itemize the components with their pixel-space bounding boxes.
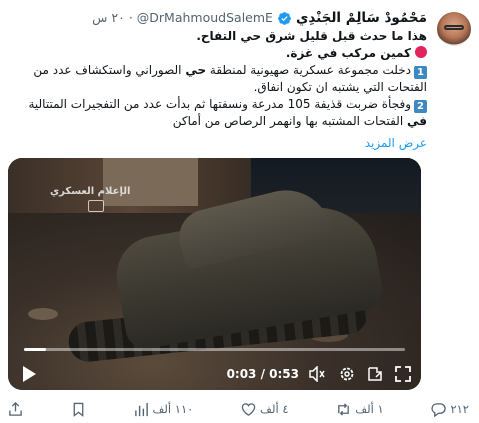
tweet-header: مَحْمُودْ سَالِمْ الجَنْدِي @DrMahmoudSa… xyxy=(8,8,427,28)
tweet-actions: ١١٠ ألف ٤ ألف ١ ألف ٢١٢ xyxy=(8,400,469,418)
reply-icon xyxy=(431,402,447,417)
likes-count: ٤ ألف xyxy=(260,402,289,416)
video-player[interactable]: الإعلام العسكري 0:03 / 0:53 xyxy=(8,158,421,390)
watermark-emblem-icon xyxy=(88,200,104,212)
post-line-3a: دخلت مجموعة عسكرية صهيونية لمنطقة xyxy=(206,63,411,77)
post-line-5-text: وفجأة ضربت قذيفة 105 مدرعة ونسفتها ثم بد… xyxy=(28,97,411,111)
video-controls: 0:03 / 0:53 xyxy=(8,356,421,390)
post-line-6b: الفتحات المشتبه بها وانهمر الرصاص من أما… xyxy=(172,114,407,128)
post-line-2: كمين مركب في غزة. xyxy=(8,45,427,62)
post-line-3b: حي xyxy=(185,63,207,77)
share-button[interactable] xyxy=(8,401,23,417)
fullscreen-icon[interactable] xyxy=(395,366,411,382)
volume-icon[interactable] xyxy=(309,366,325,382)
tweet-content: مَحْمُودْ سَالِمْ الجَنْدِي @DrMahmoudSa… xyxy=(8,8,427,151)
show-more-link[interactable]: عرض المزيد xyxy=(8,135,427,151)
video-time-readout: 0:03 / 0:53 xyxy=(226,367,299,381)
avatar-glasses xyxy=(444,25,464,30)
like-button[interactable]: ٤ ألف xyxy=(241,402,289,417)
separator-dot: · xyxy=(128,10,133,25)
verified-badge-icon xyxy=(278,11,291,25)
post-time[interactable]: ٢٠ س xyxy=(92,9,125,27)
keycap-two-icon: 2 xyxy=(414,100,427,113)
post-line-6a: في xyxy=(407,114,427,128)
settings-icon[interactable] xyxy=(339,366,355,382)
keycap-one-icon: 1 xyxy=(414,66,427,79)
red-circle-icon xyxy=(415,46,427,58)
reply-button[interactable]: ٢١٢ xyxy=(431,402,469,417)
post-line-6: في الفتحات المشتبه بها وانهمر الرصاص من … xyxy=(8,113,427,130)
play-icon[interactable] xyxy=(22,366,36,382)
tweet[interactable]: مَحْمُودْ سَالِمْ الجَنْدِي @DrMahmoudSa… xyxy=(0,0,479,423)
retweet-button[interactable]: ١ ألف xyxy=(336,402,384,417)
post-line-3: 1دخلت مجموعة عسكرية صهيونية لمنطقة حي ال… xyxy=(8,62,427,79)
picture-in-picture-icon[interactable] xyxy=(367,366,383,382)
user-handle[interactable]: @DrMahmoudSalemE xyxy=(137,9,273,27)
views-button[interactable]: ١١٠ ألف xyxy=(134,402,194,417)
post-line-2-text: كمين مركب في غزة. xyxy=(285,46,411,60)
share-icon xyxy=(9,401,22,416)
retweet-icon xyxy=(338,402,350,416)
video-frame-rubble xyxy=(28,308,58,320)
views-icon xyxy=(134,402,148,416)
like-icon xyxy=(241,402,256,416)
bookmark-button[interactable] xyxy=(71,402,86,417)
post-line-4: الفتحات التي يشتبه ان تكون انفاق. xyxy=(253,80,427,94)
post-line-3c: الصوراني واستكشاف عدد من xyxy=(33,63,186,77)
video-progress-bar[interactable] xyxy=(24,348,405,351)
avatar[interactable] xyxy=(437,12,471,46)
bookmark-icon xyxy=(73,402,84,417)
replies-count: ٢١٢ xyxy=(450,402,469,416)
post-line-1: هذا ما حدث قبل قليل شرق حي التفاح. xyxy=(196,29,427,43)
video-frame-building xyxy=(103,158,198,206)
post-line-5: 2وفجأة ضربت قذيفة 105 مدرعة ونسفتها ثم ب… xyxy=(8,96,427,113)
video-progress-fill xyxy=(24,348,46,351)
views-count: ١١٠ ألف xyxy=(152,402,194,416)
retweets-count: ١ ألف xyxy=(355,402,384,416)
display-name[interactable]: مَحْمُودْ سَالِمْ الجَنْدِي xyxy=(296,9,427,27)
video-watermark: الإعلام العسكري xyxy=(50,186,131,197)
